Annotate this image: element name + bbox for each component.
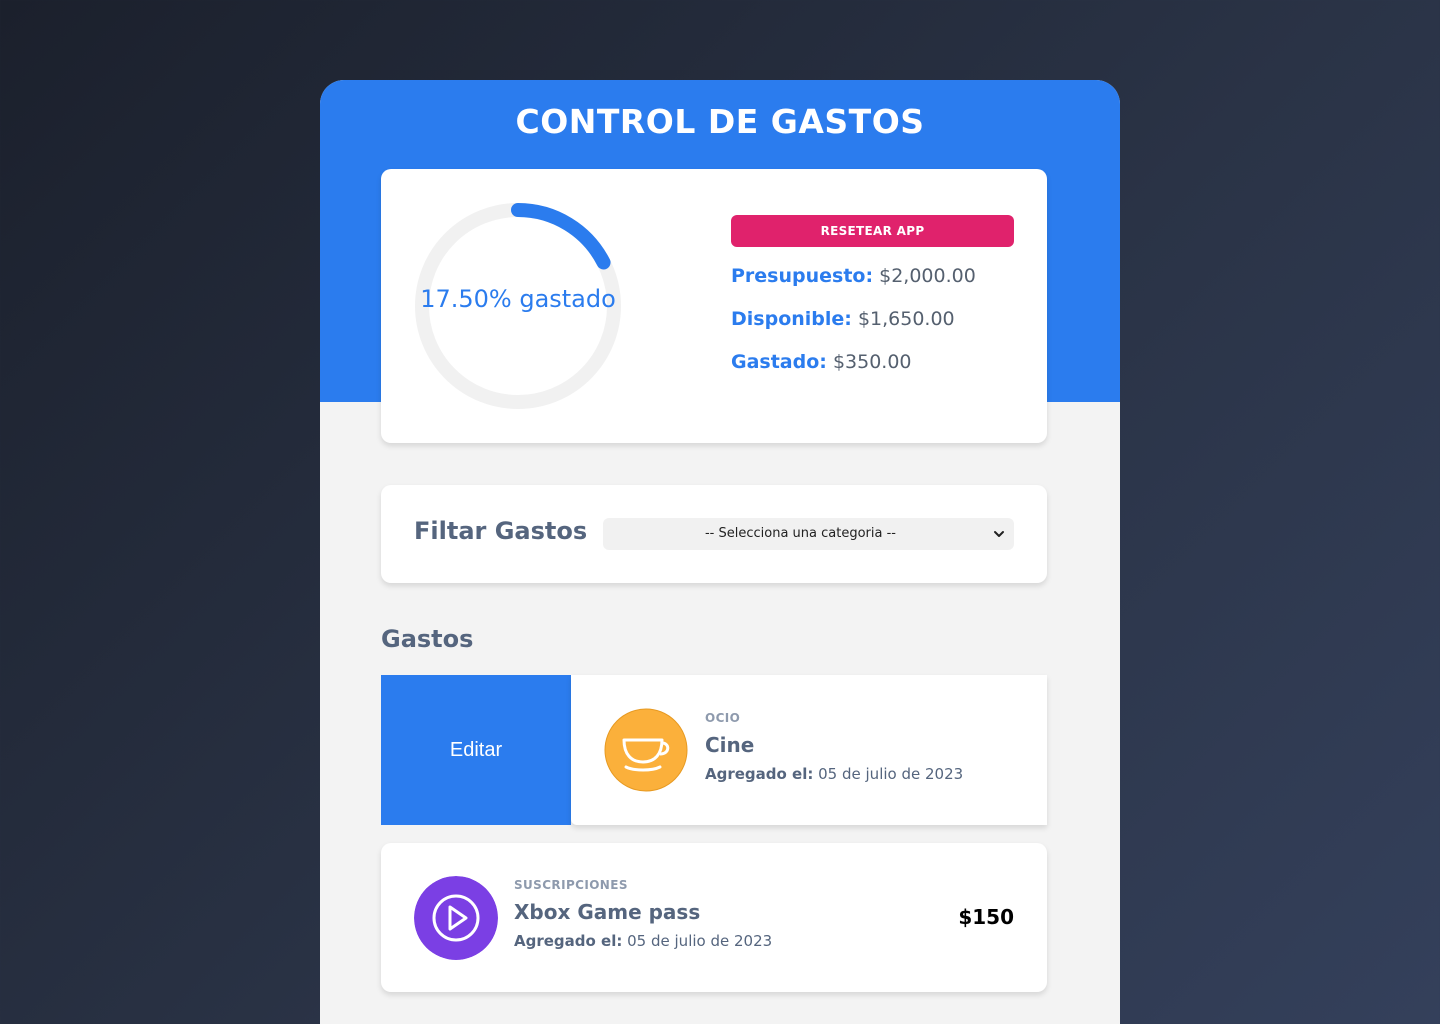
budget-stat-value: $2,000.00 bbox=[879, 265, 976, 287]
category-filter-select[interactable]: -- Selecciona una categoria -- bbox=[603, 518, 1014, 550]
expense-swipe-row[interactable]: Editar OCIO Cine Agregado el: 05 de juli… bbox=[381, 675, 1047, 825]
coffee-cup-icon-bg bbox=[604, 708, 688, 792]
expense-date-value: 05 de julio de 2023 bbox=[818, 765, 964, 783]
available-stat-value: $1,650.00 bbox=[857, 308, 955, 330]
spent-stat-value: $350.00 bbox=[832, 351, 912, 373]
budget-stat-label: Presupuesto: bbox=[731, 265, 874, 287]
expense-date-label: Agregado el: bbox=[514, 932, 623, 950]
chevron-down-icon bbox=[994, 531, 1004, 537]
spent-stat-label: Gastado: bbox=[731, 351, 827, 373]
expense-date: Agregado el: 05 de julio de 2023 bbox=[705, 765, 963, 783]
expense-date: Agregado el: 05 de julio de 2023 bbox=[514, 932, 772, 950]
expense-item[interactable]: OCIO Cine Agregado el: 05 de julio de 20… bbox=[571, 675, 1047, 825]
expense-amount: $150 bbox=[958, 905, 1014, 929]
budget-stat: Presupuesto: $2,000.00 bbox=[731, 265, 976, 287]
reset-app-button[interactable]: RESETEAR APP bbox=[731, 215, 1014, 247]
expense-date-label: Agregado el: bbox=[705, 765, 814, 783]
page-title: CONTROL DE GASTOS bbox=[515, 102, 925, 141]
expense-name: Cine bbox=[705, 733, 755, 757]
percent-spent-label: 17.50% gastado bbox=[420, 285, 616, 313]
filter-title: Filtar Gastos bbox=[414, 517, 588, 545]
expense-item[interactable]: SUSCRIPCIONES Xbox Game pass Agregado el… bbox=[381, 843, 1047, 992]
play-icon bbox=[414, 876, 498, 960]
expense-date-value: 05 de julio de 2023 bbox=[627, 932, 773, 950]
available-stat: Disponible: $1,650.00 bbox=[731, 308, 955, 330]
coffee-cup-icon bbox=[604, 708, 688, 792]
category-filter-value: -- Selecciona una categoria -- bbox=[704, 526, 896, 541]
expense-category: SUSCRIPCIONES bbox=[514, 878, 628, 892]
app-container: CONTROL DE GASTOS 17.50% gastado RESETEA… bbox=[320, 80, 1120, 1024]
spent-stat: Gastado: $350.00 bbox=[731, 351, 912, 373]
filter-card: Filtar Gastos -- Selecciona una categori… bbox=[381, 485, 1047, 583]
expense-category: OCIO bbox=[705, 711, 741, 725]
edit-button[interactable]: Editar bbox=[381, 675, 571, 825]
expenses-section-title: Gastos bbox=[381, 625, 474, 653]
budget-card: 17.50% gastado RESETEAR APP Presupuesto:… bbox=[381, 169, 1047, 443]
play-icon-bg bbox=[414, 876, 498, 960]
expense-name: Xbox Game pass bbox=[514, 900, 701, 924]
available-stat-label: Disponible: bbox=[731, 308, 852, 330]
